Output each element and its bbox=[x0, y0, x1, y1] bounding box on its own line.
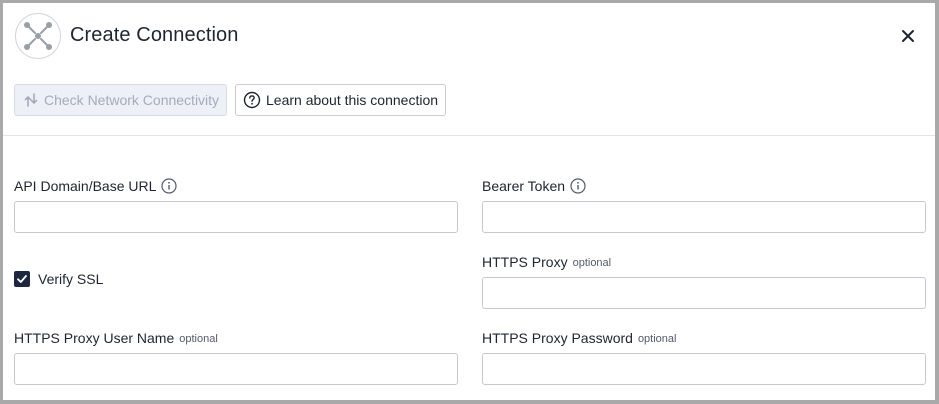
verify-ssl-label: Verify SSL bbox=[38, 271, 104, 287]
https-proxy-label-text: HTTPS Proxy bbox=[482, 254, 568, 270]
verify-ssl-checkbox[interactable] bbox=[14, 271, 30, 287]
https-proxy-user-label-text: HTTPS Proxy User Name bbox=[14, 330, 175, 346]
bearer-token-input[interactable] bbox=[482, 201, 926, 233]
dialog-title: Create Connection bbox=[70, 24, 239, 46]
optional-hint: optional bbox=[179, 333, 218, 345]
connector-logo-icon bbox=[15, 13, 61, 59]
optional-hint: optional bbox=[637, 333, 677, 345]
learn-about-connection-label: Learn about this connection bbox=[266, 92, 439, 108]
info-icon[interactable] bbox=[161, 178, 178, 194]
api-domain-input[interactable] bbox=[14, 201, 458, 233]
optional-hint: optional bbox=[572, 257, 612, 269]
https-proxy-input[interactable] bbox=[482, 277, 926, 309]
learn-about-connection-button[interactable]: Learn about this connection bbox=[235, 84, 446, 116]
api-domain-label-text: API Domain/Base URL bbox=[14, 178, 157, 194]
https-proxy-label: HTTPS Proxy optional bbox=[482, 254, 611, 270]
bearer-token-label-text: Bearer Token bbox=[482, 178, 566, 194]
create-connection-dialog: Create Connection Check Network Connecti… bbox=[3, 3, 935, 400]
header-divider bbox=[3, 135, 935, 136]
https-proxy-password-input[interactable] bbox=[482, 353, 926, 385]
check-network-connectivity-button[interactable]: Check Network Connectivity bbox=[14, 84, 227, 116]
check-network-connectivity-label: Check Network Connectivity bbox=[44, 92, 220, 108]
network-check-icon bbox=[23, 92, 39, 108]
https-proxy-password-label-text: HTTPS Proxy Password bbox=[482, 330, 633, 346]
https-proxy-user-input[interactable] bbox=[14, 353, 458, 385]
https-proxy-user-label: HTTPS Proxy User Name optional bbox=[14, 330, 218, 346]
verify-ssl-checkbox-row[interactable]: Verify SSL bbox=[14, 271, 103, 287]
checkmark-icon bbox=[17, 275, 27, 283]
close-icon[interactable] bbox=[898, 26, 918, 46]
bearer-token-label: Bearer Token bbox=[482, 178, 586, 194]
help-circle-icon bbox=[243, 91, 261, 109]
info-icon[interactable] bbox=[570, 178, 586, 194]
https-proxy-password-label: HTTPS Proxy Password optional bbox=[482, 330, 676, 346]
api-domain-label: API Domain/Base URL bbox=[14, 178, 178, 194]
